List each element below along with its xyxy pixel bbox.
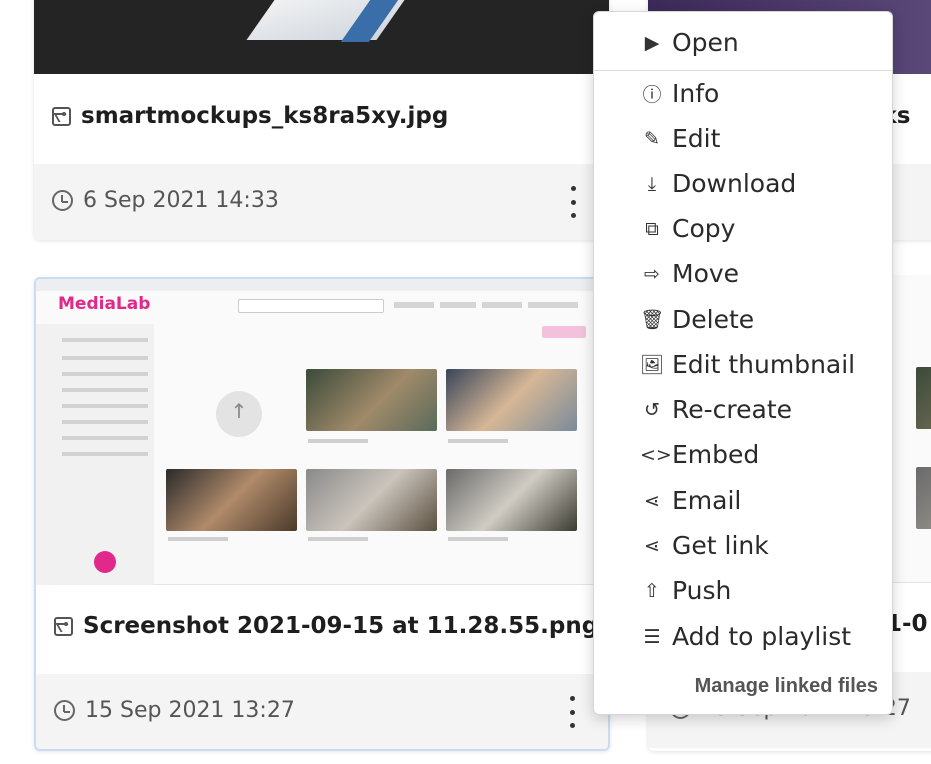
manage-linked-files-link[interactable]: Manage linked files — [695, 675, 878, 698]
file-title[interactable]: Screenshot 2021-09-15 at 11.28.55.png — [54, 613, 598, 639]
menu-item-embed[interactable]: <> Embed — [594, 432, 892, 477]
trash-icon: 🗑 — [640, 309, 665, 331]
file-name: smartmockups_ks8ra5xy.jpg — [81, 103, 449, 129]
thumbnail-upload-icon — [216, 391, 262, 437]
more-options-button[interactable] — [568, 696, 576, 728]
menu-item-re-create[interactable]: ↺ Re-create — [594, 387, 892, 432]
thumbnail-sidebar — [36, 324, 154, 585]
file-title[interactable]: smartmockups_ks8ra5xy.jpg — [52, 103, 448, 129]
clock-icon — [52, 190, 73, 211]
menu-item-edit-thumbnail[interactable]: 🖼 Edit thumbnail — [594, 342, 892, 387]
image-icon — [54, 616, 73, 636]
refresh-icon: ↺ — [644, 398, 660, 421]
image-icon: 🖼 — [640, 354, 665, 376]
menu-item-push[interactable]: ⇧ Push — [594, 568, 892, 613]
more-options-button[interactable] — [569, 186, 577, 218]
list-icon: ☰ — [643, 625, 661, 648]
file-card[interactable]: smartmockups_ks8ra5xy.jpg 6 Sep 2021 14:… — [34, 0, 609, 240]
play-icon: ▶ — [644, 31, 660, 54]
info-icon: ⓘ — [642, 84, 662, 106]
menu-item-email[interactable]: ⋖ Email — [594, 478, 892, 523]
file-thumbnail[interactable]: MediaLab — [36, 279, 608, 585]
thumbnail-search — [238, 299, 384, 313]
code-icon: <> — [640, 443, 672, 466]
clock-icon — [54, 700, 75, 721]
menu-item-move[interactable]: ⇨ Move — [594, 251, 892, 296]
thumbnail-add-button — [94, 551, 116, 573]
card-footer: 6 Sep 2021 14:33 — [34, 164, 609, 240]
pencil-icon: ✎ — [644, 127, 660, 150]
thumbnail-browser-bar — [36, 279, 608, 291]
menu-item-edit[interactable]: ✎ Edit — [594, 116, 892, 161]
image-icon — [52, 106, 71, 126]
file-date: 15 Sep 2021 13:27 — [54, 698, 295, 723]
date-text: 6 Sep 2021 14:33 — [83, 188, 279, 213]
share-icon: ⋖ — [644, 489, 660, 512]
file-card-selected[interactable]: MediaLab Screenshot 2021-09-1 — [34, 277, 610, 751]
menu-item-delete[interactable]: 🗑 Delete — [594, 297, 892, 342]
file-thumbnail[interactable] — [34, 0, 609, 74]
file-context-menu: ▶ Open ⓘ Info ✎ Edit ⤓ Download ⧉ Copy ⇨… — [593, 11, 893, 715]
upload-icon: ⇧ — [644, 579, 660, 602]
share-link-icon: ⋖ — [644, 534, 660, 557]
date-text: 15 Sep 2021 13:27 — [85, 698, 295, 723]
menu-item-open[interactable]: ▶ Open — [594, 20, 892, 65]
menu-item-copy[interactable]: ⧉ Copy — [594, 206, 892, 251]
menu-item-add-to-playlist[interactable]: ☰ Add to playlist — [594, 614, 892, 659]
menu-item-download[interactable]: ⤓ Download — [594, 161, 892, 206]
download-cloud-icon: ⤓ — [647, 172, 657, 195]
file-date: 6 Sep 2021 14:33 — [52, 188, 279, 213]
copy-icon: ⧉ — [645, 217, 659, 240]
thumbnail-app-logo: MediaLab — [58, 294, 151, 314]
move-file-icon: ⇨ — [644, 262, 660, 285]
card-footer: 15 Sep 2021 13:27 — [36, 674, 608, 749]
menu-item-info[interactable]: ⓘ Info — [594, 71, 892, 116]
file-name: Screenshot 2021-09-15 at 11.28.55.png — [83, 613, 599, 639]
menu-item-get-link[interactable]: ⋖ Get link — [594, 523, 892, 568]
